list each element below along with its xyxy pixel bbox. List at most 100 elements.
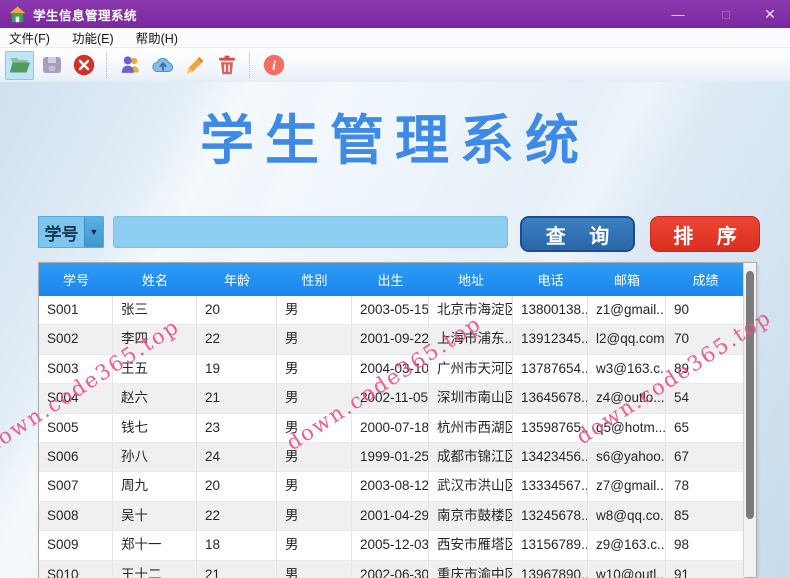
table-cell: 19 <box>197 354 277 384</box>
table-cell: z1@gmail.... <box>588 296 666 325</box>
close-button[interactable]: ✕ <box>752 0 788 28</box>
edit-icon[interactable] <box>180 51 209 80</box>
table-cell: 85 <box>666 501 745 531</box>
column-header-1[interactable]: 学号 <box>39 263 113 296</box>
table-cell: 89 <box>666 354 745 384</box>
table-cell: 70 <box>666 325 745 354</box>
users-icon[interactable] <box>116 51 145 80</box>
table-cell: 男 <box>277 296 352 325</box>
table-row[interactable]: S006 孙八 24 男 1999-01-25 成都市锦江区 13423456... s6@y… <box>39 442 745 473</box>
scrollbar-thumb[interactable] <box>746 271 754 519</box>
menu-file[interactable]: 文件(F) <box>0 26 61 49</box>
open-folder-icon[interactable] <box>5 50 34 80</box>
search-field-dropdown[interactable]: 学号 ▼ <box>38 216 104 248</box>
search-input[interactable] <box>113 216 508 248</box>
toolbar-separator <box>249 52 251 78</box>
table-cell: 周九 <box>113 472 197 501</box>
table-cell: 2003-08-12 <box>352 472 429 501</box>
table-cell: S002 <box>39 325 113 354</box>
table-cell: 北京市海淀区 <box>429 296 513 325</box>
column-header-5[interactable]: 出生 <box>352 263 429 296</box>
table-row[interactable]: S005 钱七 23 男 2000-07-18 杭州市西湖区 13598765... q5@h… <box>39 413 745 443</box>
table-cell: S009 <box>39 531 113 560</box>
student-table: 学号 姓名 年龄 性别 出生 地址 电话 邮箱 成绩 S001 张三 20 男 2003-05-15 北京… <box>38 262 757 578</box>
minimize-button[interactable]: — <box>660 0 696 28</box>
table-cell: 男 <box>277 413 352 442</box>
table-cell: 98 <box>666 531 745 560</box>
menu-function[interactable]: 功能(E) <box>61 26 125 49</box>
table-row[interactable]: S001 张三 20 男 2003-05-15 北京市海淀区 13800138... z1@g… <box>39 296 745 326</box>
column-header-3[interactable]: 年龄 <box>197 263 277 296</box>
table-cell: s6@yahoo... <box>588 442 666 472</box>
query-button[interactable]: 查 询 <box>520 216 635 252</box>
cloud-upload-icon[interactable] <box>148 51 177 80</box>
table-cell: S007 <box>39 472 113 501</box>
table-cell: 2003-05-15 <box>352 296 429 325</box>
table-cell: 男 <box>277 472 352 501</box>
close-icon[interactable] <box>69 51 98 80</box>
table-row[interactable]: S009 郑十一 18 男 2005-12-03 西安市雁塔区 13156789... z9@… <box>39 531 745 561</box>
column-header-6[interactable]: 地址 <box>429 263 513 296</box>
sort-button[interactable]: 排 序 <box>650 216 760 252</box>
app-window: 学生信息管理系统 — □ ✕ 文件(F) 功能(E) 帮助(H) i 学生管理系… <box>0 0 790 578</box>
column-header-7[interactable]: 电话 <box>513 263 588 296</box>
table-cell: 杭州市西湖区 <box>429 413 513 442</box>
table-cell: l2@qq.com <box>588 325 666 354</box>
table-cell: S004 <box>39 384 113 413</box>
table-cell: 郑十一 <box>113 531 197 560</box>
table-row[interactable]: S003 王五 19 男 2004-03-10 广州市天河区 13787654... w3@1… <box>39 354 745 385</box>
info-icon[interactable]: i <box>259 51 288 80</box>
table-cell: 23 <box>197 413 277 442</box>
table-cell: 男 <box>277 531 352 560</box>
table-cell: 13800138... <box>513 296 588 325</box>
table-cell: 武汉市洪山区 <box>429 472 513 501</box>
table-cell: 张三 <box>113 296 197 325</box>
table-cell: S003 <box>39 354 113 384</box>
table-cell: 2001-09-22 <box>352 325 429 354</box>
table-cell: 13787654... <box>513 354 588 384</box>
table-cell: 13245678... <box>513 501 588 531</box>
table-cell: 13912345... <box>513 325 588 354</box>
table-cell: S005 <box>39 413 113 442</box>
table-row[interactable]: S004 赵六 21 男 2002-11-05 深圳市南山区 13645678... z4@o… <box>39 384 745 414</box>
table-cell: 20 <box>197 472 277 501</box>
table-row[interactable]: S008 吴十 22 男 2001-04-29 南京市鼓楼区 13245678... w8@q… <box>39 501 745 532</box>
table-cell: 西安市雁塔区 <box>429 531 513 560</box>
menu-help[interactable]: 帮助(H) <box>125 26 189 49</box>
table-cell: 18 <box>197 531 277 560</box>
table-cell: S008 <box>39 501 113 531</box>
chevron-down-icon[interactable]: ▼ <box>84 217 103 247</box>
table-cell: 深圳市南山区 <box>429 384 513 413</box>
column-header-9[interactable]: 成绩 <box>666 263 745 296</box>
save-icon[interactable] <box>37 51 66 80</box>
table-row[interactable]: S002 李四 22 男 2001-09-22 上海市浦东... 13912345... l2… <box>39 325 745 355</box>
table-cell: 男 <box>277 354 352 384</box>
table-cell: 男 <box>277 501 352 531</box>
table-row[interactable]: S007 周九 20 男 2003-08-12 武汉市洪山区 13334567... z7@g… <box>39 472 745 502</box>
table-cell: 男 <box>277 384 352 413</box>
table-cell: z9@163.c... <box>588 531 666 560</box>
table-cell: 67 <box>666 442 745 472</box>
delete-icon[interactable] <box>212 51 241 80</box>
table-cell: 13967890... <box>513 560 588 578</box>
table-cell: 22 <box>197 325 277 354</box>
table-cell: 王五 <box>113 354 197 384</box>
table-cell: 65 <box>666 413 745 442</box>
column-header-8[interactable]: 邮箱 <box>588 263 666 296</box>
vertical-scrollbar[interactable] <box>743 263 756 577</box>
table-cell: 李四 <box>113 325 197 354</box>
app-logo-icon <box>9 6 26 22</box>
table-cell: 91 <box>666 560 745 578</box>
maximize-button[interactable]: □ <box>708 0 744 28</box>
table-cell: 钱七 <box>113 413 197 442</box>
table-cell: 22 <box>197 501 277 531</box>
table-cell: 13334567... <box>513 472 588 501</box>
table-cell: 13423456... <box>513 442 588 472</box>
column-header-2[interactable]: 姓名 <box>113 263 197 296</box>
table-cell: 54 <box>666 384 745 413</box>
table-cell: z4@outlo... <box>588 384 666 413</box>
table-row[interactable]: S010 王十二 21 男 2002-06-30 重庆市渝中区 13967890... w10… <box>39 560 745 578</box>
column-header-4[interactable]: 性别 <box>277 263 352 296</box>
table-cell: 成都市锦江区 <box>429 442 513 472</box>
table-cell: q5@hotm... <box>588 413 666 442</box>
